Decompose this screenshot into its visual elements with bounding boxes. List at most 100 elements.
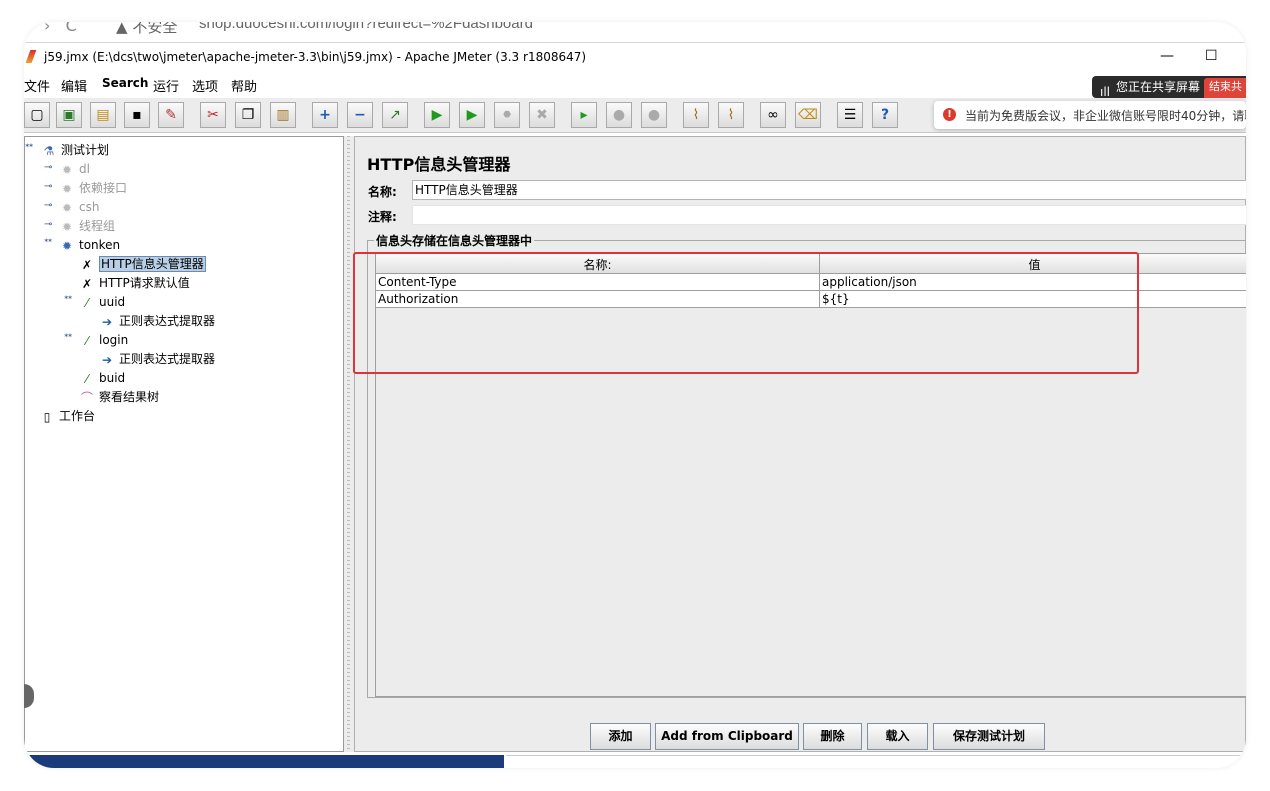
gear-icon: ✹ (61, 238, 73, 253)
templates-icon[interactable]: ▣ (56, 102, 82, 128)
pane-splitter[interactable] (344, 136, 354, 752)
tree-node-dl[interactable]: ✹ dl (59, 160, 90, 178)
stop-icon[interactable]: ⬣ (494, 102, 520, 128)
tree-node-label: 依赖接口 (79, 181, 128, 195)
add-from-clipboard-button[interactable]: Add from Clipboard (655, 723, 799, 750)
remote-shutdown-icon[interactable]: ● (641, 102, 667, 128)
tree-node-http-header-manager[interactable]: ✗ HTTP信息头管理器 (79, 255, 206, 273)
tree-expander-icon[interactable]: ᕯ (64, 295, 72, 306)
collapse-icon[interactable]: − (347, 102, 373, 128)
sampler-icon: ⁄ (85, 333, 88, 348)
paste-icon[interactable]: ▥ (270, 102, 296, 128)
menu-bar: 文件 编辑 Search 运行 选项 帮助 (24, 74, 1246, 95)
test-plan-tree: ᕯ ⚗ 测试计划 ⊸ ✹ dl ⊸ ✹ 依赖接口 ⊸ ✹ csh ⊸ ✹ 线程组 ᕯ ✹ t… (24, 136, 344, 752)
tree-node-label: buid (99, 371, 126, 385)
flask-icon: ⚗ (43, 143, 55, 158)
tree-node-label: HTTP请求默认值 (99, 276, 190, 290)
tree-node-result-tree[interactable]: ⌒ 察看结果树 (79, 388, 159, 406)
maximize-button[interactable]: ☐ (1205, 48, 1218, 64)
copy-icon[interactable]: ❐ (235, 102, 261, 128)
name-field[interactable]: HTTP信息头管理器 (412, 180, 1246, 200)
shutdown-icon[interactable]: ✖ (529, 102, 555, 128)
cut-icon[interactable]: ✂ (200, 102, 226, 128)
tree-expander-icon[interactable]: ᕯ (44, 238, 52, 249)
tree-node-login[interactable]: ⁄ login (79, 331, 128, 349)
menu-search[interactable]: Search (102, 76, 148, 90)
start-icon[interactable]: ▶ (424, 102, 450, 128)
new-icon[interactable]: ▢ (24, 102, 50, 128)
menu-file[interactable]: 文件 (24, 76, 50, 95)
menu-edit[interactable]: 编辑 (61, 76, 87, 95)
tree-node-regex-extractor[interactable]: ➔ 正则表达式提取器 (99, 350, 215, 368)
save-icon[interactable]: ▪ (124, 102, 150, 128)
add-button[interactable]: 添加 (590, 723, 651, 750)
save-as-icon[interactable]: ✎ (158, 102, 184, 128)
tree-node-tonken[interactable]: ✹ tonken (59, 236, 120, 254)
tree-node-http-defaults[interactable]: ✗ HTTP请求默认值 (79, 274, 190, 292)
gear-icon: ✹ (61, 219, 73, 234)
tree-node-label: 正则表达式提取器 (119, 314, 216, 328)
tree-node-label: tonken (79, 238, 121, 252)
remote-start-icon[interactable]: ▸ (571, 102, 597, 128)
delete-button[interactable]: 删除 (803, 723, 862, 750)
name-label: 名称: (368, 185, 397, 199)
tree-node-label: 测试计划 (61, 143, 110, 157)
comment-label: 注释: (368, 210, 397, 224)
tree-node-label: HTTP信息头管理器 (99, 256, 206, 272)
tree-node-label: 正则表达式提取器 (119, 352, 216, 366)
tree-node-test-plan[interactable]: ⚗ 测试计划 (41, 141, 109, 159)
save-test-plan-button[interactable]: 保存测试计划 (933, 723, 1045, 750)
load-button[interactable]: 载入 (867, 723, 928, 750)
sampler-icon: ⁄ (85, 371, 88, 386)
page-title: HTTP信息头管理器 (367, 155, 511, 174)
browser-nav-icons[interactable]: › C (44, 22, 77, 35)
function-helper-icon[interactable]: ☰ (837, 102, 863, 128)
bottom-status-line (506, 755, 1246, 768)
toggle-icon[interactable]: ↗ (382, 102, 408, 128)
security-warning: ▲ 不安全 (116, 22, 177, 37)
app-frame: › C ▲ 不安全 shop.duoceshi.com/login?redire… (24, 22, 1246, 768)
menu-options[interactable]: 选项 (192, 76, 218, 95)
start-no-pause-icon[interactable]: ▶ (459, 102, 485, 128)
url-text[interactable]: shop.duoceshi.com/login?redirect=%2Fdash… (199, 22, 533, 32)
tree-expander-icon[interactable]: ⊸ (44, 219, 52, 230)
minimize-button[interactable]: — (1160, 48, 1174, 64)
open-icon[interactable]: ▤ (90, 102, 116, 128)
comment-field[interactable] (412, 205, 1246, 225)
tree-expander-icon[interactable]: ⊸ (44, 200, 52, 211)
extractor-icon: ➔ (101, 352, 113, 367)
meeting-notice: ! 当前为免费版会议，非企业微信账号限时40分钟，请联系管理员 (934, 101, 1246, 129)
jmeter-feather-icon (25, 50, 37, 63)
tree-node-thread-group[interactable]: ✹ 线程组 (59, 217, 115, 235)
tree-node-workbench[interactable]: ▯ 工作台 (39, 407, 95, 425)
reset-search-icon[interactable]: ⌫ (795, 102, 821, 128)
extractor-icon: ➔ (101, 314, 113, 329)
tree-node-regex-extractor[interactable]: ➔ 正则表达式提取器 (99, 312, 215, 330)
clear-all-icon[interactable]: ⌇ (718, 102, 744, 128)
menu-help[interactable]: 帮助 (231, 76, 257, 95)
tree-node-dependency[interactable]: ✹ 依赖接口 (59, 179, 127, 197)
clear-icon[interactable]: ⌇ (683, 102, 709, 128)
chart-icon: ⌒ (80, 390, 93, 405)
menu-run[interactable]: 运行 (153, 76, 179, 95)
tree-node-uuid[interactable]: ⁄ uuid (79, 293, 125, 311)
tree-expander-icon[interactable]: ᕯ (25, 143, 33, 154)
tree-expander-icon[interactable]: ⊸ (44, 181, 52, 192)
tree-expander-icon[interactable]: ᕯ (64, 333, 72, 344)
gear-icon: ✹ (61, 181, 73, 196)
tree-node-csh[interactable]: ✹ csh (59, 198, 100, 216)
header-manager-panel: HTTP信息头管理器 名称: HTTP信息头管理器 注释: 信息头存储在信息头管… (354, 136, 1246, 752)
security-label: 不安全 (132, 22, 178, 36)
notice-text: 当前为免费版会议，非企业微信账号限时40分钟，请联系管理员 (965, 109, 1246, 123)
gear-icon: ✹ (61, 200, 73, 215)
remote-stop-icon[interactable]: ● (606, 102, 632, 128)
search-icon[interactable]: ∞ (760, 102, 786, 128)
tree-expander-icon[interactable]: ⊸ (44, 162, 52, 173)
tree-node-buid[interactable]: ⁄ buid (79, 369, 125, 387)
expand-icon[interactable]: + (312, 102, 338, 128)
tree-node-label: dl (79, 162, 90, 176)
tree-node-label: 察看结果树 (99, 390, 160, 404)
share-status: 您正在共享屏幕 (1116, 80, 1201, 94)
help-icon[interactable]: ? (872, 102, 898, 128)
tree-node-label: 线程组 (79, 219, 116, 233)
